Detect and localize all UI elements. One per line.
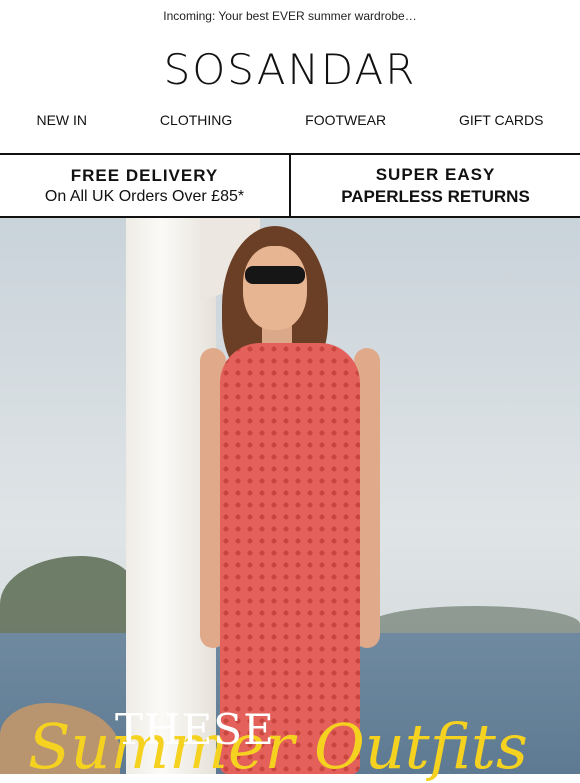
preheader-label: Incoming: Your best EVER summer wardrobe… xyxy=(163,9,417,23)
hero-script-text: Summer Outfits xyxy=(28,710,528,783)
nav-item-footwear[interactable]: FOOTWEAR xyxy=(305,112,386,136)
hero-image[interactable] xyxy=(0,218,580,774)
hero-headline: THESE xyxy=(115,705,275,754)
promo-banner: FREE DELIVERY On All UK Orders Over £85*… xyxy=(0,153,580,218)
free-delivery-subtitle: On All UK Orders Over £85* xyxy=(44,187,245,205)
nav-item-gift-cards[interactable]: GIFT CARDS xyxy=(459,112,544,136)
free-delivery-title: FREE DELIVERY xyxy=(70,165,219,185)
model-figure xyxy=(190,218,390,774)
easy-returns-subtitle: PAPERLESS RETURNS xyxy=(341,186,530,206)
main-nav: NEW IN CLOTHING FOOTWEAR GIFT CARDS xyxy=(0,112,580,136)
free-delivery-promo[interactable]: FREE DELIVERY On All UK Orders Over £85* xyxy=(0,155,291,216)
easy-returns-promo[interactable]: SUPER EASY PAPERLESS RETURNS xyxy=(291,155,580,216)
model-face xyxy=(243,246,307,330)
preheader-text: Incoming: Your best EVER summer wardrobe… xyxy=(0,0,580,32)
hero-hill xyxy=(0,556,135,636)
nav-item-new-in[interactable]: NEW IN xyxy=(36,112,87,136)
brand-logo[interactable]: SOSANDAR xyxy=(0,44,580,96)
nav-item-clothing[interactable]: CLOTHING xyxy=(160,112,232,136)
easy-returns-title: SUPER EASY xyxy=(375,164,496,184)
sunglasses-icon xyxy=(245,266,305,284)
